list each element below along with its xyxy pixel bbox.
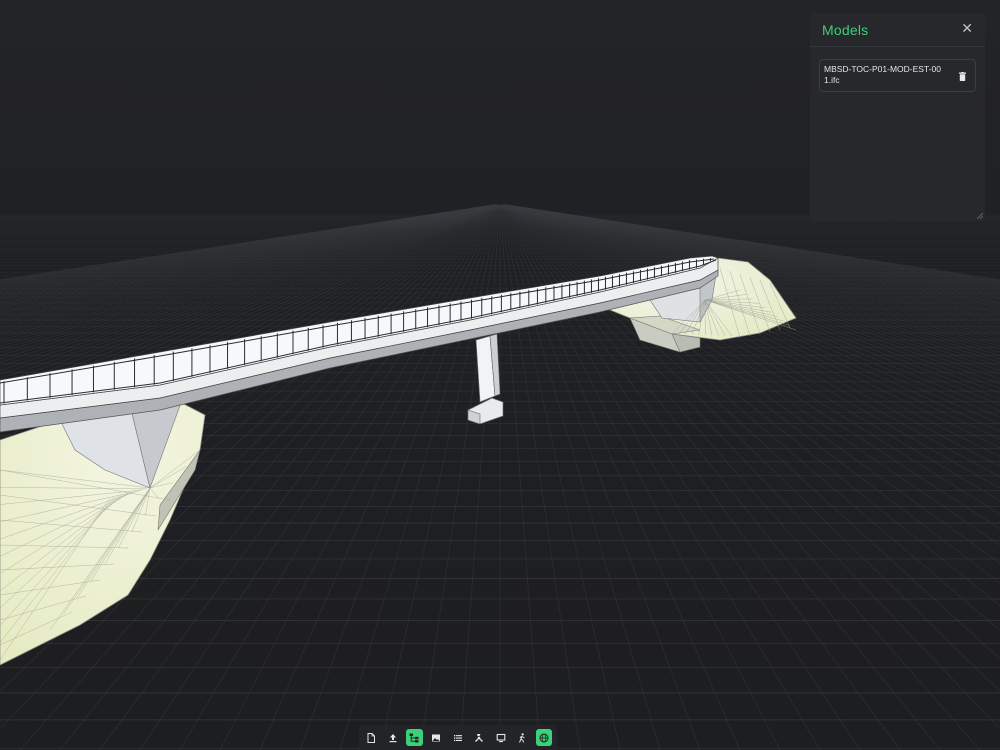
globe-button[interactable] bbox=[535, 729, 553, 746]
model-file-name: MBSD-TOC-P01-MOD-EST-001.ifc bbox=[824, 64, 941, 85]
3d-viewport[interactable]: Models ✕ MBSD-TOC-P01-MOD-EST-001.ifc bbox=[0, 0, 1000, 750]
upload-button[interactable] bbox=[385, 729, 402, 746]
model-tree-icon bbox=[409, 733, 419, 742]
tools-button[interactable] bbox=[471, 729, 488, 746]
document-button[interactable] bbox=[363, 729, 380, 746]
models-panel-header: Models ✕ bbox=[810, 13, 985, 47]
close-icon[interactable]: ✕ bbox=[961, 20, 973, 36]
monitor-icon bbox=[496, 733, 506, 742]
monitor-button[interactable] bbox=[492, 729, 509, 746]
models-panel: Models ✕ MBSD-TOC-P01-MOD-EST-001.ifc bbox=[810, 13, 985, 221]
model-tree-button[interactable] bbox=[406, 729, 423, 746]
document-icon bbox=[367, 732, 376, 743]
globe-icon bbox=[539, 733, 549, 742]
trash-icon[interactable] bbox=[959, 72, 966, 81]
bottom-toolbar bbox=[359, 725, 557, 750]
models-panel-title: Models bbox=[822, 22, 869, 38]
walk-mode-button[interactable] bbox=[514, 729, 531, 746]
list-icon bbox=[453, 734, 462, 741]
list-button[interactable] bbox=[449, 729, 466, 746]
tools-icon bbox=[475, 733, 484, 742]
resize-grip-icon[interactable] bbox=[977, 213, 983, 219]
upload-icon bbox=[389, 733, 397, 742]
image-icon bbox=[431, 734, 440, 741]
image-button[interactable] bbox=[428, 729, 445, 746]
model-list-item[interactable]: MBSD-TOC-P01-MOD-EST-001.ifc bbox=[819, 59, 976, 92]
walk-icon bbox=[519, 732, 525, 743]
